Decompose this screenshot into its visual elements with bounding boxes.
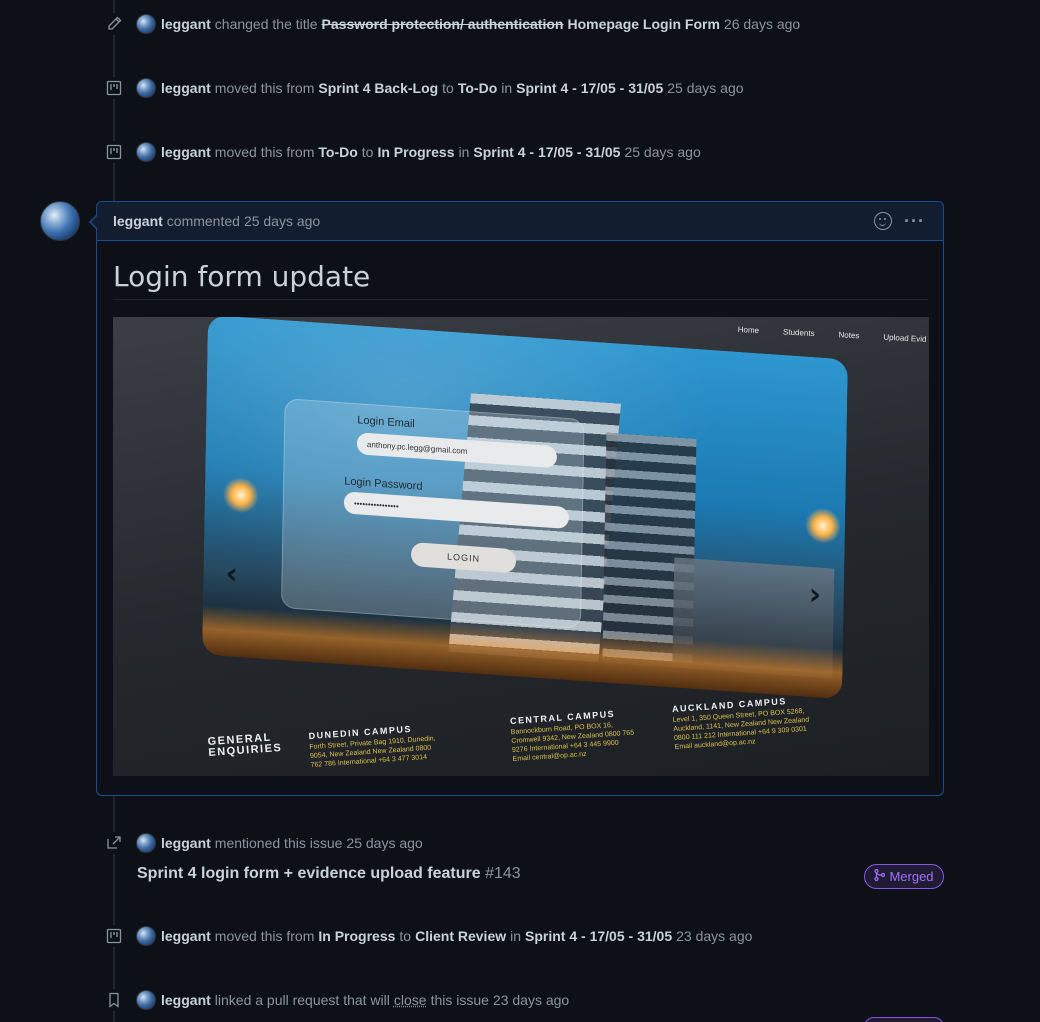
column-from: In Progress [318, 928, 395, 944]
project-link[interactable]: Sprint 4 - 17/05 - 31/05 [525, 928, 672, 944]
screen-nav-item: Notes [838, 330, 859, 340]
pencil-icon [103, 13, 125, 35]
chevron-right-icon: › [808, 577, 821, 613]
more-options-icon[interactable]: ··· [904, 216, 925, 226]
event-user-link[interactable]: leggant [161, 80, 211, 96]
avatar[interactable] [136, 14, 156, 34]
column-from: To-Do [318, 144, 357, 160]
street-lamp [223, 476, 260, 514]
event-user-link[interactable]: leggant [161, 928, 211, 944]
event-text: to [399, 928, 411, 944]
avatar[interactable] [136, 142, 156, 162]
event-time[interactable]: 26 days ago [724, 16, 800, 32]
screen-nav-item: Upload Evid [883, 333, 927, 344]
event-text: moved this from [215, 928, 315, 944]
avatar[interactable] [136, 990, 156, 1010]
avatar[interactable] [136, 926, 156, 946]
event-text: to [442, 80, 454, 96]
pr-number[interactable]: #143 [485, 865, 521, 882]
event-time[interactable]: 25 days ago [667, 80, 743, 96]
event-time[interactable]: 23 days ago [676, 928, 752, 944]
status-badge [864, 1017, 944, 1022]
merged-status-badge: Merged [864, 864, 944, 889]
column-to: In Progress [377, 144, 454, 160]
event-user-link[interactable]: leggant [161, 16, 211, 32]
merged-label: Merged [889, 869, 933, 884]
event-user-link[interactable]: leggant [161, 835, 211, 851]
comment-heading: Login form update [113, 260, 370, 293]
screen-nav: Home Students Notes Upload Evid [738, 325, 929, 344]
login-glass-panel: Login Email anthony.pc.legg@gmail.com Lo… [281, 398, 585, 629]
event-text: moved this from [215, 144, 315, 160]
comment-header: leggant commented 25 days ago ··· [97, 202, 943, 241]
comment-box: leggant commented 25 days ago ··· Login … [96, 201, 944, 796]
column-to: To-Do [458, 80, 497, 96]
timeline-event-moved: leggant moved this from Sprint 4 Back-Lo… [103, 77, 744, 99]
event-text: this issue [431, 992, 489, 1008]
old-title: Password protection/ authentication [322, 16, 564, 32]
comment-action: commented [167, 213, 240, 229]
timeline-event-linked-pr: leggant linked a pull request that will … [103, 989, 569, 1011]
login-password-input: •••••••••••••••• [344, 491, 569, 529]
timeline-event-moved: leggant moved this from In Progress to C… [103, 925, 752, 947]
project-link[interactable]: Sprint 4 - 17/05 - 31/05 [473, 144, 620, 160]
event-text: in [501, 80, 512, 96]
timeline-event-rename: leggant changed the title Password prote… [103, 13, 800, 35]
screen-nav-item: Students [783, 327, 815, 338]
git-merge-icon [874, 869, 885, 884]
login-button: LOGIN [411, 542, 516, 573]
column-to: Client Review [415, 928, 506, 944]
event-time[interactable]: 23 days ago [493, 992, 569, 1008]
pr-title-link[interactable]: Sprint 4 login form + evidence upload fe… [137, 865, 481, 882]
pull-request-reference[interactable]: Sprint 4 login form + evidence upload fe… [137, 865, 521, 883]
event-text: in [458, 144, 469, 160]
avatar[interactable] [136, 78, 156, 98]
bookmark-icon [103, 989, 125, 1011]
login-password-label: Login Password [344, 475, 422, 492]
comment-time[interactable]: 25 days ago [244, 213, 320, 229]
hero-slide: Login Email anthony.pc.legg@gmail.com Lo… [202, 317, 848, 699]
event-text: mentioned this issue [215, 835, 343, 851]
footer-central: CENTRAL CAMPUS Bannockburn Road, PO BOX … [510, 709, 636, 764]
project-icon [103, 141, 125, 163]
event-time[interactable]: 25 days ago [624, 144, 700, 160]
street-lamp [805, 507, 842, 545]
screen-nav-item: Home [738, 325, 760, 335]
comment-pointer [91, 215, 98, 229]
event-user-link[interactable]: leggant [161, 144, 211, 160]
footer-dunedin: DUNEDIN CAMPUS Forth Street, Private Bag… [308, 723, 437, 770]
event-text: to [362, 144, 374, 160]
column-from: Sprint 4 Back-Log [318, 80, 438, 96]
event-user-link[interactable]: leggant [161, 992, 211, 1008]
timeline-event-mention: leggant mentioned this issue 25 days ago [103, 832, 423, 854]
login-email-input: anthony.pc.legg@gmail.com [357, 432, 557, 468]
event-text: linked a pull request that will [215, 992, 390, 1008]
avatar[interactable] [136, 833, 156, 853]
add-reaction-icon[interactable] [874, 212, 892, 230]
project-icon [103, 77, 125, 99]
event-text: changed the title [215, 16, 318, 32]
close-keyword-link[interactable]: close [394, 992, 427, 1008]
event-text: in [510, 928, 521, 944]
event-text: moved this from [215, 80, 315, 96]
comment-author-link[interactable]: leggant [113, 213, 163, 229]
login-email-label: Login Email [357, 414, 415, 430]
cross-reference-icon [103, 832, 125, 854]
comment-author-avatar[interactable] [40, 201, 80, 241]
footer-auckland: AUCKLAND CAMPUS Level 1, 350 Queen Stree… [672, 696, 811, 752]
timeline-event-moved: leggant moved this from To-Do to In Prog… [103, 141, 701, 163]
chevron-left-icon: ‹ [225, 556, 238, 592]
event-time[interactable]: 25 days ago [346, 835, 422, 851]
comment-screenshot-image[interactable]: Home Students Notes Upload Evid Login Em… [113, 317, 929, 776]
project-icon [103, 925, 125, 947]
footer-heading: GENERAL ENQUIRIES [207, 731, 288, 759]
heading-divider [113, 299, 928, 300]
new-title: Homepage Login Form [567, 16, 719, 32]
footer-general: GENERAL ENQUIRIES [207, 731, 288, 761]
project-link[interactable]: Sprint 4 - 17/05 - 31/05 [516, 80, 663, 96]
